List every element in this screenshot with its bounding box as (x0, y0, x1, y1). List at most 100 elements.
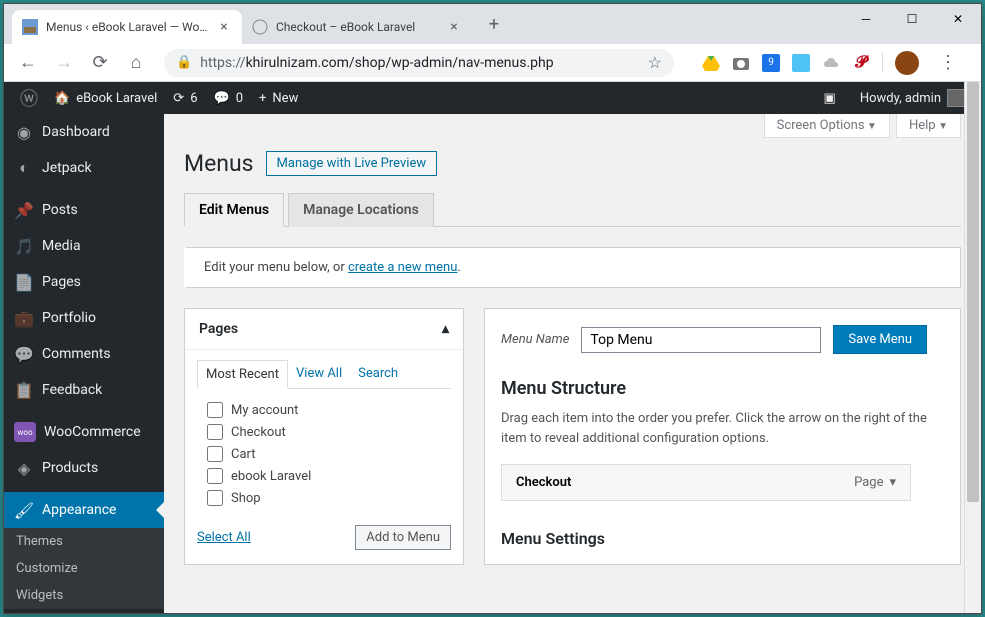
maximize-button[interactable]: ☐ (889, 4, 935, 34)
wp-admin-bar: ⓦ 🏠 eBook Laravel ⟳ 6 💬 0 + New ▣ Howdy,… (4, 82, 981, 114)
forward-button[interactable]: → (48, 47, 80, 79)
url-bar[interactable]: 🔒 https://khirulnizam.com/shop/wp-admin/… (164, 49, 674, 77)
page-title: Menus (184, 150, 254, 177)
comments-menu[interactable]: 💬 0 (206, 82, 252, 114)
screen-options-button[interactable]: Screen Options (764, 114, 890, 138)
menu-item-type: Page ▾ (854, 475, 896, 490)
minimize-button[interactable]: ─ (843, 4, 889, 34)
list-item[interactable]: My account (197, 399, 451, 421)
tab-edit-menus[interactable]: Edit Menus (184, 193, 284, 227)
bell-icon: ▣ (824, 91, 836, 106)
sidebar-item-comments[interactable]: 💬Comments (4, 336, 164, 372)
url-text: https://khirulnizam.com/shop/wp-admin/na… (200, 55, 639, 71)
menu-item-handle[interactable]: Checkout Page ▾ (501, 464, 911, 501)
new-label: New (272, 91, 298, 106)
menu-item-title: Checkout (516, 475, 571, 490)
browser-tab-active[interactable]: Menus ‹ eBook Laravel — WordP × (12, 10, 242, 44)
ext-icon-cloud[interactable] (822, 54, 840, 72)
sidebar-item-woocommerce[interactable]: wooWooCommerce (4, 414, 164, 450)
tab-view-all[interactable]: View All (288, 360, 350, 389)
bookmark-star-icon[interactable]: ☆ (648, 53, 662, 72)
camera-icon[interactable] (732, 54, 750, 72)
wp-logo-menu[interactable]: ⓦ (12, 82, 46, 114)
comments-count: 0 (236, 91, 243, 106)
favicon-icon (252, 19, 268, 35)
menu-settings-title: Menu Settings (501, 529, 944, 548)
sidebar-subitem-themes[interactable]: Themes (4, 528, 164, 555)
ext-icon-blue[interactable]: 9 (762, 54, 780, 72)
back-button[interactable]: ← (12, 47, 44, 79)
admin-sidebar: ◉Dashboard ◐Jetpack 📌Posts 🎵Media 📄Pages… (4, 114, 164, 613)
tab-close-icon[interactable]: × (216, 19, 232, 35)
save-menu-button[interactable]: Save Menu (833, 325, 927, 354)
metabox-header[interactable]: Pages ▴ (185, 309, 463, 350)
list-item[interactable]: Shop (197, 487, 451, 509)
menu-name-input[interactable] (581, 327, 821, 353)
ext-icon-pinterest[interactable]: 𝓟 (852, 54, 870, 72)
scrollbar-thumb[interactable] (967, 82, 979, 502)
wp-body: ◉Dashboard ◐Jetpack 📌Posts 🎵Media 📄Pages… (4, 114, 981, 613)
updates-menu[interactable]: ⟳ 6 (165, 82, 205, 114)
tab-manage-locations[interactable]: Manage Locations (288, 193, 434, 227)
page-checkbox[interactable] (207, 446, 223, 462)
site-name-menu[interactable]: 🏠 eBook Laravel (46, 82, 165, 114)
tab-search[interactable]: Search (350, 360, 406, 389)
manage-live-preview-button[interactable]: Manage with Live Preview (266, 151, 438, 176)
comment-icon: 💬 (214, 91, 230, 106)
list-item[interactable]: Cart (197, 443, 451, 465)
sidebar-item-dashboard[interactable]: ◉Dashboard (4, 114, 164, 150)
edit-notice: Edit your menu below, or create a new me… (184, 247, 961, 288)
select-all-link[interactable]: Select All (197, 530, 251, 545)
sidebar-item-posts[interactable]: 📌Posts (4, 192, 164, 228)
sidebar-subitem-widgets[interactable]: Widgets (4, 582, 164, 609)
jetpack-icon: ◐ (14, 158, 34, 178)
chevron-down-icon[interactable]: ▾ (889, 475, 896, 490)
pin-icon: 📌 (14, 200, 34, 220)
sidebar-item-jetpack[interactable]: ◐Jetpack (4, 150, 164, 186)
sidebar-item-portfolio[interactable]: 💼Portfolio (4, 300, 164, 336)
sidebar-item-pages[interactable]: 📄Pages (4, 264, 164, 300)
pages-checklist: My account Checkout Cart ebook Laravel S… (197, 399, 451, 509)
sidebar-item-appearance[interactable]: 🖌Appearance (4, 492, 164, 528)
sidebar-item-media[interactable]: 🎵Media (4, 228, 164, 264)
ext-icon-lightblue[interactable] (792, 54, 810, 72)
notifications-menu[interactable]: ▣ (816, 91, 844, 106)
page-checkbox[interactable] (207, 490, 223, 506)
browser-menu-icon[interactable]: ⋮ (931, 52, 965, 73)
tab-close-icon[interactable]: × (446, 19, 462, 35)
browser-window: Menus ‹ eBook Laravel — WordP × Checkout… (3, 3, 982, 614)
chevron-up-icon: ▴ (442, 321, 449, 337)
tab-title: Checkout – eBook Laravel (276, 20, 438, 34)
page-checkbox[interactable] (207, 402, 223, 418)
page-checkbox[interactable] (207, 424, 223, 440)
scrollbar[interactable] (964, 82, 981, 613)
help-button[interactable]: Help (896, 114, 961, 138)
browser-titlebar: Menus ‹ eBook Laravel — WordP × Checkout… (4, 4, 981, 44)
close-window-button[interactable]: ✕ (935, 4, 981, 34)
create-new-menu-link[interactable]: create a new menu (348, 260, 457, 275)
sidebar-item-feedback[interactable]: 📋Feedback (4, 372, 164, 408)
drive-icon[interactable] (702, 54, 720, 72)
browser-tab-inactive[interactable]: Checkout – eBook Laravel × (242, 10, 472, 44)
add-to-menu-button[interactable]: Add to Menu (355, 525, 451, 550)
profile-avatar[interactable] (895, 51, 919, 75)
new-tab-button[interactable]: + (480, 10, 508, 38)
dashboard-icon: ◉ (14, 122, 34, 142)
list-item[interactable]: ebook Laravel (197, 465, 451, 487)
lock-icon: 🔒 (176, 55, 192, 70)
new-content-menu[interactable]: + New (251, 82, 306, 114)
tab-most-recent[interactable]: Most Recent (197, 360, 288, 389)
page-checkbox[interactable] (207, 468, 223, 484)
reload-button[interactable]: ⟳ (84, 47, 116, 79)
window-controls: ─ ☐ ✕ (843, 4, 981, 34)
site-name-label: eBook Laravel (76, 91, 157, 106)
separator (882, 53, 883, 73)
page-header: Menus Manage with Live Preview (184, 150, 961, 177)
my-account-menu[interactable]: Howdy, admin (852, 89, 973, 107)
list-item[interactable]: Checkout (197, 421, 451, 443)
sidebar-item-products[interactable]: ◈Products (4, 450, 164, 486)
sidebar-subitem-customize[interactable]: Customize (4, 555, 164, 582)
home-button[interactable]: ⌂ (120, 47, 152, 79)
wp-content: Screen Options Help Menus Manage with Li… (164, 114, 981, 613)
metabox-tabs: Most Recent View All Search (197, 360, 451, 389)
